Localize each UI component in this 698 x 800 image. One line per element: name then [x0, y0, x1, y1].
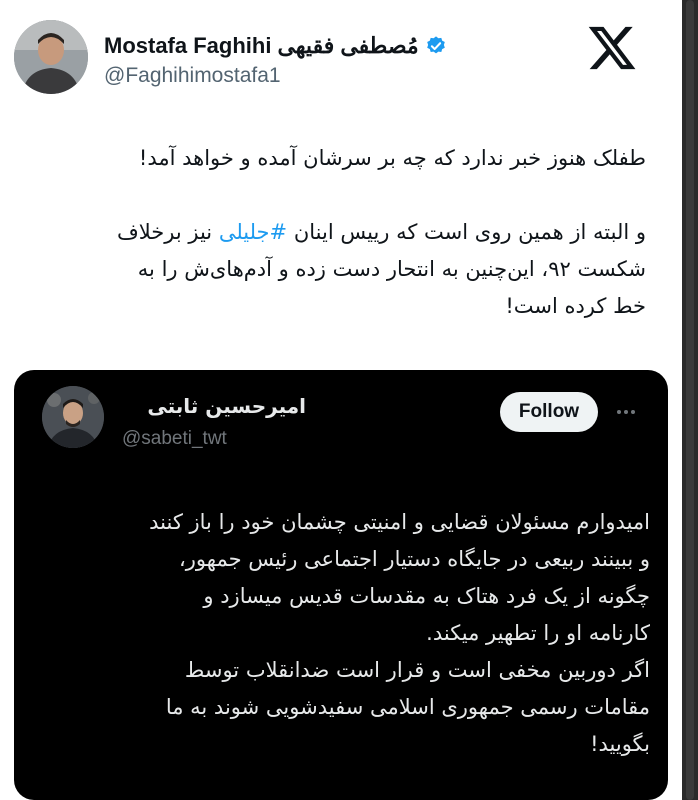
author-display-name[interactable]: Mostafa Faghihi	[104, 33, 271, 59]
quoted-line: بگویید!	[590, 732, 650, 756]
quoted-line: مقامات رسمی جمهوری اسلامی سفیدشویی شوند …	[165, 695, 650, 719]
tweet-line: طفلک هنوز خبر ندارد که چه بر سرشان آمده …	[138, 146, 646, 170]
tweet-text-segment: نیز برخلاف	[116, 220, 219, 244]
hashtag-link[interactable]: #جلیلی	[219, 220, 287, 244]
tweet-card: Mostafa Faghihi مُصطفی فقیهی @Faghihimos…	[0, 0, 682, 800]
follow-button[interactable]: Follow	[500, 392, 598, 432]
author-display-name-fa[interactable]: مُصطفی فقیهی	[277, 33, 418, 59]
verified-badge-icon	[425, 35, 447, 57]
tweet-line: و البته از همین روی است که رییس اینان #ج…	[14, 214, 646, 251]
author-name-row[interactable]: Mostafa Faghihi مُصطفی فقیهی	[104, 30, 447, 62]
quoted-tweet-text: امیدوارم مسئولان قضایی و امنیتی چشمان خو…	[42, 504, 650, 763]
tweet-text: طفلک هنوز خبر ندارد که چه بر سرشان آمده …	[14, 140, 646, 325]
tweet-line: خط کرده است!	[505, 294, 646, 318]
more-options-icon[interactable]	[612, 398, 640, 426]
quoted-line: امیدوارم مسئولان قضایی و امنیتی چشمان خو…	[149, 510, 650, 534]
author-handle[interactable]: @Faghihimostafa1	[104, 64, 281, 88]
tweet-text-segment: و البته از همین روی است که رییس اینان	[287, 220, 646, 244]
quoted-line: اگر دوربین مخفی است و قرار است ضدانقلاب …	[184, 658, 650, 682]
tweet-line: شکست ۹۲، این‌چنین به انتحار دست زده و آد…	[137, 257, 646, 281]
quoted-line: و ببینند ربیعی در جایگاه دستیار اجتماعی …	[179, 547, 650, 571]
scrollbar-track[interactable]	[682, 0, 698, 800]
quoted-line: چگونه از یک فرد هتاک به مقدسات قدیس میسا…	[203, 584, 650, 608]
quoted-tweet[interactable]: امیرحسین ثابتی @sabeti_twt Follow امیدوا…	[14, 370, 668, 800]
quoted-line: کارنامه او را تطهیر میکند.	[426, 621, 650, 645]
quoted-author-handle[interactable]: @sabeti_twt	[122, 428, 227, 450]
scrollbar-thumb[interactable]	[686, 0, 694, 800]
quoted-author-name[interactable]: امیرحسین ثابتی	[14, 394, 306, 418]
x-logo-icon[interactable]	[586, 22, 638, 74]
author-avatar[interactable]	[14, 20, 88, 94]
